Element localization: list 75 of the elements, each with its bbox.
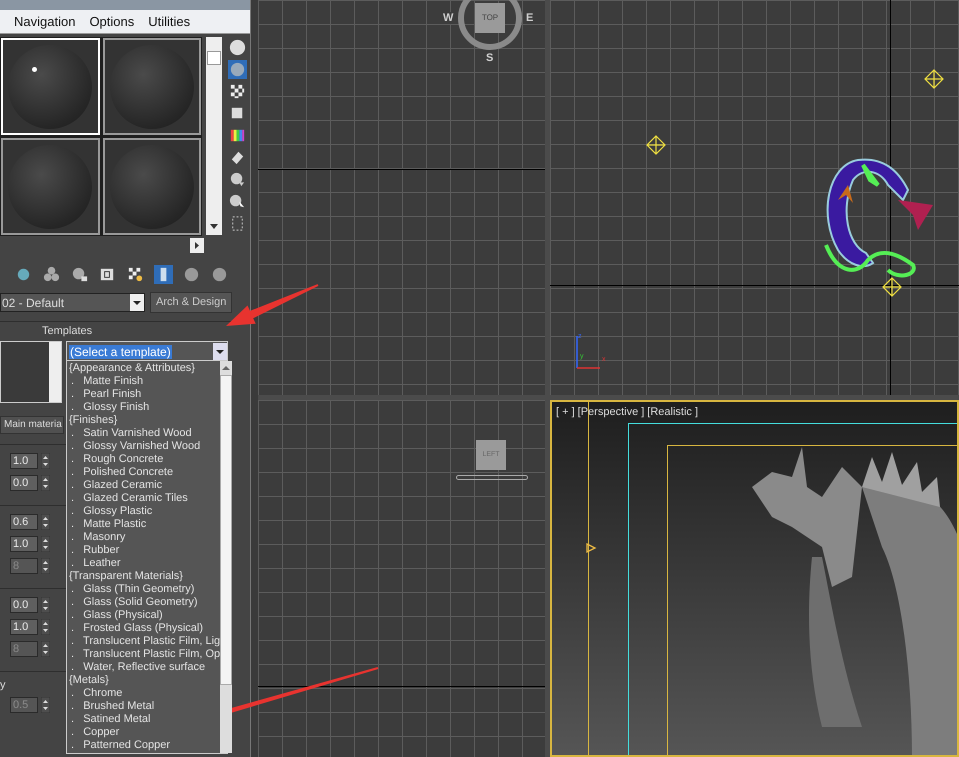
template-option[interactable]: . Glass (Thin Geometry) — [67, 583, 220, 596]
list-scrollbar[interactable] — [220, 361, 232, 753]
template-group: {Appearance & Attributes} — [67, 362, 220, 375]
spinner-arrows-icon[interactable] — [41, 641, 50, 657]
scrollbar[interactable] — [206, 37, 222, 235]
template-option[interactable]: . Satined Metal — [67, 713, 220, 726]
template-option[interactable]: . Pearl Finish — [67, 388, 220, 401]
template-option[interactable]: . Glass (Solid Geometry) — [67, 596, 220, 609]
template-option[interactable]: . Copper — [67, 726, 220, 739]
viewcube-face[interactable]: TOP — [475, 3, 505, 33]
spinner-arrows-icon[interactable] — [41, 536, 50, 552]
template-option[interactable]: . Chrome — [67, 687, 220, 700]
template-group: {Transparent Materials} — [67, 570, 220, 583]
spinner-arrows-icon[interactable] — [41, 597, 50, 613]
template-group: {Metals} — [67, 674, 220, 687]
spinner-field[interactable]: 0.6 — [10, 514, 38, 530]
scrollbar-thumb[interactable] — [220, 375, 232, 685]
spinner-field[interactable]: 0.0 — [10, 475, 38, 491]
compass-letter: W — [443, 12, 454, 24]
top-viewport[interactable]: W TOP E S — [258, 0, 545, 395]
template-option[interactable]: . Rough Concrete — [67, 453, 220, 466]
spinner-arrows-icon[interactable] — [41, 453, 50, 469]
sphere-icon[interactable] — [228, 38, 247, 57]
template-option[interactable]: . Translucent Plastic Film, Lig — [67, 635, 220, 648]
template-option[interactable]: . Translucent Plastic Film, Op — [67, 648, 220, 661]
template-option[interactable]: . Glossy Plastic — [67, 505, 220, 518]
compass-letter: E — [526, 12, 534, 24]
scrollbar-thumb[interactable] — [207, 51, 221, 65]
template-option[interactable]: . Polished Concrete — [67, 466, 220, 479]
template-option[interactable]: . Matte Plastic — [67, 518, 220, 531]
template-option[interactable]: . Rubber — [67, 544, 220, 557]
material-name-dropdown[interactable]: 02 - Default — [0, 293, 145, 312]
rollout-title: Templates — [41, 324, 94, 338]
spinner-arrows-icon[interactable] — [41, 475, 50, 491]
template-option[interactable]: . Glossy Finish — [67, 401, 220, 414]
parameter-label: y — [0, 680, 6, 691]
template-option[interactable]: . Water, Reflective surface — [67, 661, 220, 674]
template-option[interactable]: . Brushed Metal — [67, 700, 220, 713]
camera-icon — [585, 542, 597, 554]
light-icon — [882, 277, 902, 297]
template-option[interactable]: . Masonry — [67, 531, 220, 544]
template-option[interactable]: . Leather — [67, 557, 220, 570]
spinner-arrows-icon[interactable] — [41, 697, 50, 713]
tab[interactable]: Main materia — [0, 416, 64, 434]
spinner-arrows-icon[interactable] — [41, 558, 50, 574]
light-icon — [646, 135, 666, 155]
template-option[interactable]: . Frosted Glass (Physical) — [67, 622, 220, 635]
spinner-arrows-icon[interactable] — [41, 514, 50, 530]
template-combo[interactable]: (Select a template) — [66, 341, 228, 362]
template-option[interactable]: . Glazed Ceramic — [67, 479, 220, 492]
viewport-label[interactable]: [Realistic ] — [647, 404, 698, 420]
material-type-button[interactable]: Arch & Design — [150, 292, 232, 313]
viewport-label[interactable]: [ + ] — [556, 404, 575, 420]
spinner-field[interactable]: 1.0 — [10, 536, 38, 552]
template-option[interactable]: . Matte Finish — [67, 375, 220, 388]
template-option[interactable]: . Glass (Physical) — [67, 609, 220, 622]
spheres-icon[interactable] — [42, 264, 61, 284]
template-group: {Finishes} — [67, 414, 220, 427]
template-option[interactable]: . Satin Varnished Wood — [67, 427, 220, 440]
menu-item[interactable]: Navigation — [14, 12, 76, 32]
template-option[interactable]: . Patterned Copper — [67, 739, 220, 752]
up-arrow-icon[interactable] — [222, 365, 230, 371]
menu-item[interactable]: Utilities — [148, 12, 190, 32]
spinner-field[interactable]: 1.0 — [10, 453, 38, 469]
spinner-arrows-icon[interactable] — [41, 619, 50, 635]
down-arrow-icon[interactable] — [209, 221, 219, 231]
menu-item[interactable]: Options — [89, 12, 134, 32]
template-option[interactable]: . Glazed Ceramic Tiles — [67, 492, 220, 505]
template-option[interactable]: . Glossy Varnished Wood — [67, 440, 220, 453]
spinner-field[interactable]: 1.0 — [10, 619, 38, 635]
checker-icon[interactable] — [228, 82, 247, 101]
light-icon — [924, 69, 944, 89]
viewcube[interactable]: TOP — [458, 0, 522, 50]
spinner-field[interactable]: 0.0 — [10, 597, 38, 613]
compass-letter: S — [486, 52, 494, 64]
